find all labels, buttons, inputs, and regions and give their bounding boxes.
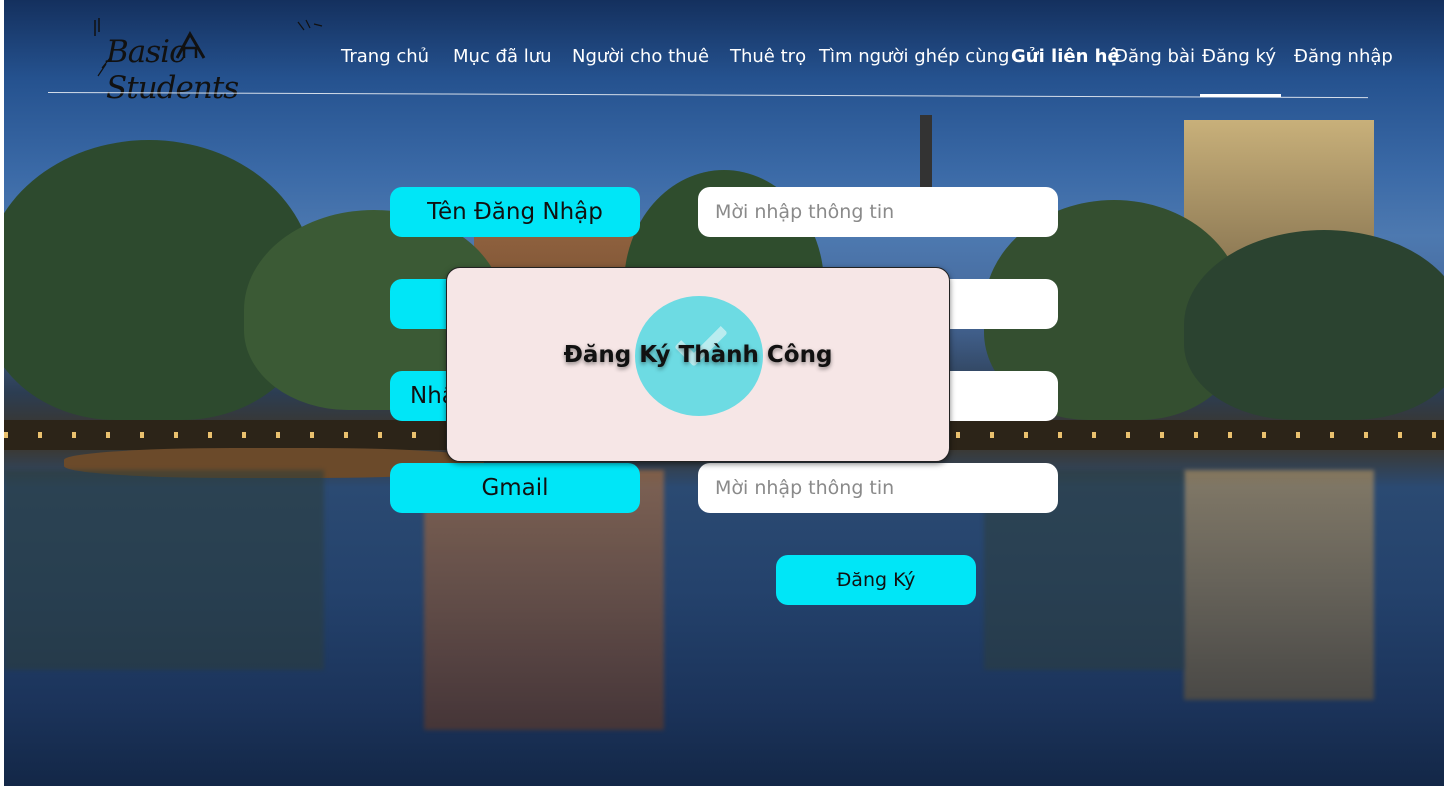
nav-item-login[interactable]: Đăng nhập — [1294, 46, 1393, 67]
nav-item-find-roommate[interactable]: Tìm người ghép cùng — [819, 46, 1009, 67]
logo[interactable]: Basic Students — [92, 18, 324, 106]
register-button[interactable]: Đăng Ký — [776, 555, 976, 605]
success-message: Đăng Ký Thành Công — [563, 342, 833, 368]
nav-item-post[interactable]: Đăng bài — [1114, 46, 1195, 67]
gmail-input[interactable] — [698, 463, 1058, 513]
tree — [1184, 230, 1444, 420]
logo-text: Basic Students — [106, 34, 239, 106]
building-reflection — [1184, 470, 1374, 700]
gmail-label: Gmail — [390, 463, 640, 513]
success-modal: Đăng Ký Thành Công — [446, 267, 950, 462]
tree-reflection — [4, 470, 324, 670]
antenna-tower — [920, 115, 932, 195]
nav-item-contact[interactable]: Gửi liên hệ — [1011, 46, 1120, 67]
nav-item-rent-room[interactable]: Thuê trọ — [730, 46, 806, 67]
nav-item-saved[interactable]: Mục đã lưu — [453, 46, 552, 67]
username-label: Tên Đăng Nhập — [390, 187, 640, 237]
nav-item-home[interactable]: Trang chủ — [341, 46, 429, 67]
nav-item-register[interactable]: Đăng ký — [1202, 46, 1276, 67]
nav-item-landlords[interactable]: Người cho thuê — [572, 46, 709, 67]
username-input[interactable] — [698, 187, 1058, 237]
